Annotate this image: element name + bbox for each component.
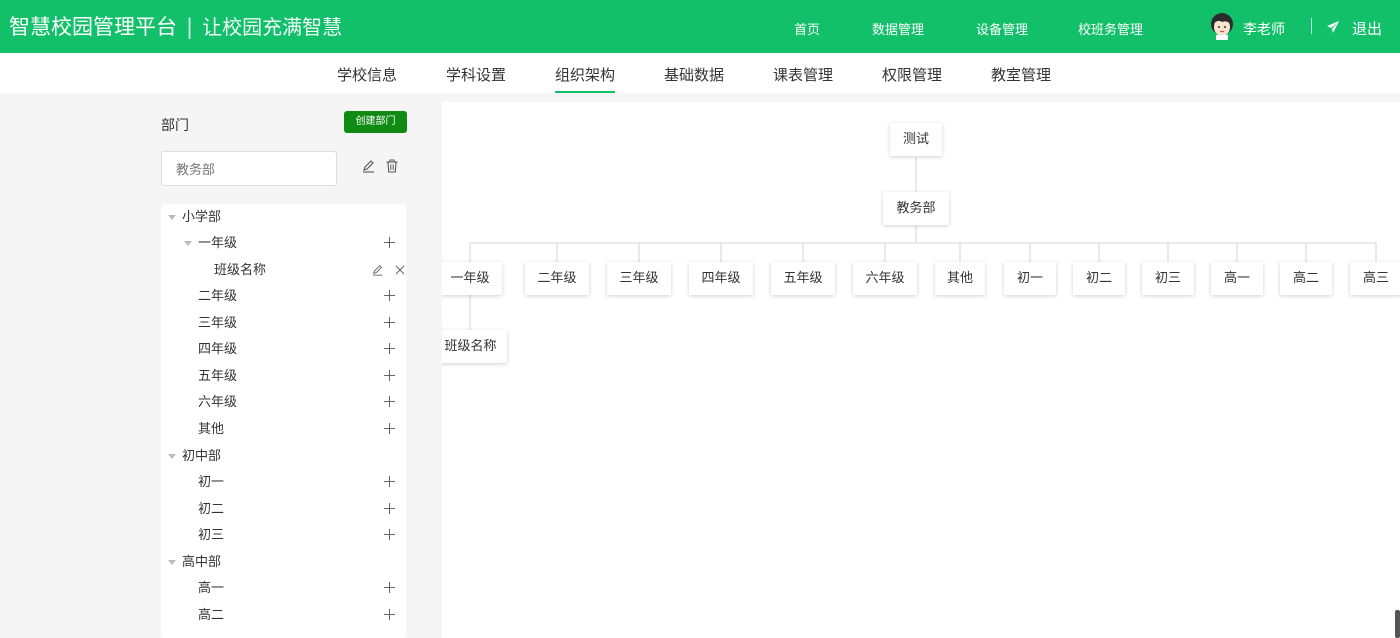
org-node-junior-3[interactable]: 初三	[1142, 262, 1194, 295]
org-node-senior-3[interactable]: 高三	[1350, 262, 1400, 295]
org-node-grade-1[interactable]: 一年级	[442, 262, 502, 295]
org-node-grade-5[interactable]: 五年级	[771, 262, 835, 295]
tab-classroom-management[interactable]: 教室管理	[991, 64, 1051, 93]
tree-node-middle-school[interactable]: 初中部	[161, 444, 406, 470]
add-icon[interactable]	[384, 423, 396, 435]
org-node-grade-2[interactable]: 二年级	[525, 262, 589, 295]
nav-class-affairs-management[interactable]: 校班务管理	[1078, 19, 1143, 38]
tree-node-label: 二年级	[198, 289, 238, 304]
add-icon[interactable]	[384, 609, 396, 621]
tree-node-senior-1[interactable]: 高一	[161, 576, 406, 602]
tab-permission-management[interactable]: 权限管理	[882, 64, 942, 93]
sub-navigation: 学校信息 学科设置 组织架构 基础数据 课表管理 权限管理 教室管理	[0, 53, 1400, 93]
close-icon[interactable]	[395, 265, 405, 275]
brand-separator: |	[186, 15, 194, 39]
edit-icon[interactable]	[362, 159, 376, 173]
org-node-junior-2[interactable]: 初二	[1073, 262, 1125, 295]
tree-node-junior-1[interactable]: 初一	[161, 470, 406, 496]
tree-node-class-name[interactable]: 班级名称	[161, 258, 406, 284]
department-title: 部门	[161, 118, 189, 134]
caret-down-icon[interactable]	[168, 215, 176, 220]
org-node-junior-1[interactable]: 初一	[1004, 262, 1056, 295]
tree-node-label: 初中部	[182, 449, 222, 464]
tree-node-high-school[interactable]: 高中部	[161, 550, 406, 576]
add-icon[interactable]	[384, 503, 396, 515]
org-chart-connectors	[469, 157, 1377, 330]
org-node-grade-6[interactable]: 六年级	[853, 262, 917, 295]
org-node-grade-3[interactable]: 三年级	[607, 262, 671, 295]
add-icon[interactable]	[384, 290, 396, 302]
top-bar: 智慧校园管理平台 | 让校园充满智慧 首页 数据管理 设备管理 校班务管理 李老师 …	[0, 0, 1400, 53]
divider	[1311, 18, 1312, 34]
tree-node-grade-2[interactable]: 二年级	[161, 284, 406, 310]
brand-slogan: 让校园充满智慧	[202, 15, 343, 39]
send-icon	[1327, 21, 1339, 33]
org-node-senior-1[interactable]: 高一	[1211, 262, 1263, 295]
org-node-senior-2[interactable]: 高二	[1280, 262, 1332, 295]
nav-home[interactable]: 首页	[794, 19, 820, 38]
org-chart-panel: 测试 教务部 一年级 二年级 三年级 四年级 五年级 六年级 其他 初一 初二 …	[442, 102, 1400, 638]
tree-node-grade-3[interactable]: 三年级	[161, 311, 406, 337]
nav-data-management[interactable]: 数据管理	[872, 19, 924, 38]
tree-node-junior-3[interactable]: 初三	[161, 523, 406, 549]
org-node-department[interactable]: 教务部	[883, 192, 949, 225]
add-icon[interactable]	[384, 370, 396, 382]
tree-node-other[interactable]: 其他	[161, 417, 406, 443]
tree-node-label: 初三	[198, 528, 225, 543]
edit-icon[interactable]	[372, 264, 384, 276]
caret-down-icon[interactable]	[168, 454, 176, 459]
add-icon[interactable]	[384, 343, 396, 355]
avatar[interactable]	[1210, 13, 1234, 40]
org-node-class-name[interactable]: 班级名称	[442, 330, 507, 363]
delete-icon[interactable]	[385, 159, 399, 173]
tree-node-grade-5[interactable]: 五年级	[161, 364, 406, 390]
add-icon[interactable]	[384, 476, 396, 488]
caret-down-icon[interactable]	[184, 241, 192, 246]
department-panel: 部门 创建部门 小学部 一年级 班级名称	[150, 100, 420, 638]
logout-button[interactable]: 退出	[1352, 18, 1382, 39]
tree-node-primary-school[interactable]: 小学部	[161, 205, 406, 231]
org-node-other[interactable]: 其他	[935, 262, 985, 295]
org-node-grade-4[interactable]: 四年级	[689, 262, 753, 295]
user-area: 李老师 退出	[1210, 12, 1400, 42]
tree-node-label: 高二	[198, 608, 225, 623]
create-department-button[interactable]: 创建部门	[344, 111, 407, 133]
department-name-input[interactable]	[161, 151, 337, 186]
nav-device-management[interactable]: 设备管理	[976, 19, 1028, 38]
tab-subject-settings[interactable]: 学科设置	[446, 64, 506, 93]
tree-node-senior-2[interactable]: 高二	[161, 603, 406, 629]
tree-node-grade-1[interactable]: 一年级	[161, 231, 406, 257]
tree-node-label: 初二	[198, 502, 225, 517]
tree-node-label: 小学部	[182, 210, 222, 225]
tree-node-label: 高中部	[182, 555, 222, 570]
add-icon[interactable]	[384, 529, 396, 541]
department-tree: 小学部 一年级 班级名称 二年级 三年级 四年级 五年级 六年级 其他 初中部 …	[161, 204, 406, 638]
tree-node-label: 四年级	[198, 342, 238, 357]
tree-node-junior-2[interactable]: 初二	[161, 497, 406, 523]
tab-school-info[interactable]: 学校信息	[337, 64, 397, 93]
brand: 智慧校园管理平台 | 让校园充满智慧	[9, 13, 342, 41]
page-scrollbar[interactable]	[1395, 610, 1400, 638]
add-icon[interactable]	[384, 582, 396, 594]
brand-title: 智慧校园管理平台	[9, 15, 177, 39]
add-icon[interactable]	[384, 237, 396, 249]
tree-node-label: 初一	[198, 475, 225, 490]
tree-node-label: 高一	[198, 581, 225, 596]
tree-node-label: 班级名称	[214, 263, 267, 278]
user-name[interactable]: 李老师	[1243, 19, 1285, 39]
tree-node-label: 五年级	[198, 369, 238, 384]
tab-timetable-management[interactable]: 课表管理	[773, 64, 833, 93]
tab-basic-data[interactable]: 基础数据	[664, 64, 724, 93]
tree-node-label: 其他	[198, 422, 225, 437]
tab-organization[interactable]: 组织架构	[555, 64, 616, 93]
tree-node-label: 六年级	[198, 395, 238, 410]
caret-down-icon[interactable]	[168, 560, 176, 565]
org-node-root[interactable]: 测试	[890, 123, 942, 156]
tree-node-label: 三年级	[198, 316, 238, 331]
tree-node-grade-6[interactable]: 六年级	[161, 390, 406, 416]
tree-node-grade-4[interactable]: 四年级	[161, 337, 406, 363]
tree-node-label: 一年级	[198, 236, 238, 251]
add-icon[interactable]	[384, 396, 396, 408]
add-icon[interactable]	[384, 317, 396, 329]
